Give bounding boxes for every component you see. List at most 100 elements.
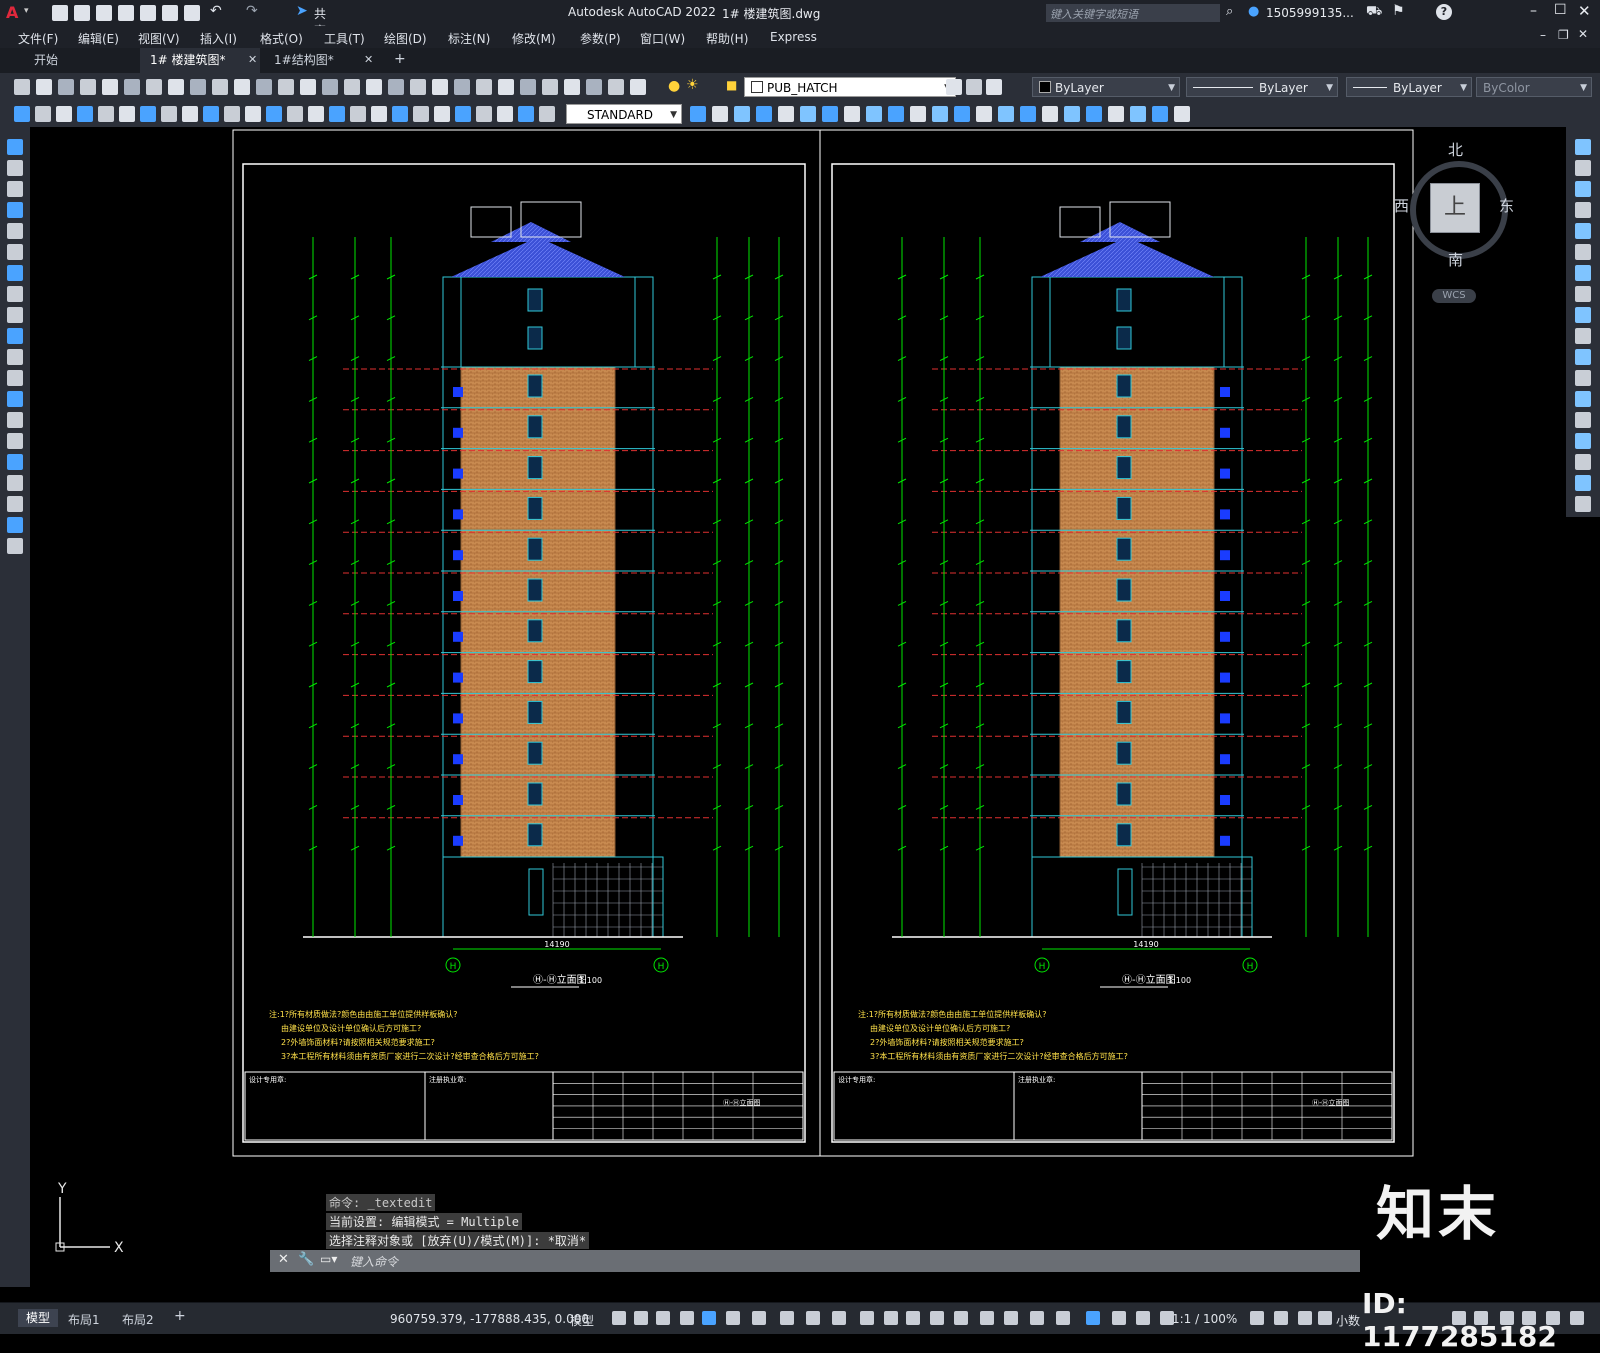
new-file-icon[interactable] bbox=[52, 5, 68, 21]
modify-tool-6-icon[interactable] bbox=[800, 106, 816, 122]
status-toggle-18-icon[interactable] bbox=[1030, 1311, 1044, 1325]
wcs-button[interactable]: WCS bbox=[1432, 289, 1476, 303]
modify-tool-10-icon[interactable] bbox=[888, 106, 904, 122]
modify-tool-5-icon[interactable] bbox=[778, 106, 794, 122]
draw-tool-3-icon[interactable] bbox=[7, 181, 23, 197]
layer-tool-3-icon[interactable] bbox=[986, 79, 1002, 95]
status-toggle-13-icon[interactable] bbox=[906, 1311, 920, 1325]
modify-tool-15-icon[interactable] bbox=[998, 106, 1014, 122]
status-toggle-11-icon[interactable] bbox=[860, 1311, 874, 1325]
standard-tool-20-icon[interactable] bbox=[432, 79, 448, 95]
app-menu-caret-icon[interactable]: ▾ bbox=[24, 6, 29, 16]
menu-file[interactable]: 文件(F) bbox=[18, 30, 58, 47]
dimension-tool-13-icon[interactable] bbox=[266, 106, 282, 122]
menu-parametric[interactable]: 参数(P) bbox=[580, 30, 621, 47]
menu-modify[interactable]: 修改(M) bbox=[512, 30, 556, 47]
standard-tool-1-icon[interactable] bbox=[14, 79, 30, 95]
dimension-tool-5-icon[interactable] bbox=[98, 106, 114, 122]
modify-tool-4-icon[interactable] bbox=[756, 106, 772, 122]
status-toggle-25-icon[interactable] bbox=[1274, 1311, 1288, 1325]
menu-insert[interactable]: 插入(I) bbox=[200, 30, 237, 47]
compass-east[interactable]: 东 bbox=[1499, 195, 1514, 216]
save-icon[interactable] bbox=[96, 5, 112, 21]
standard-tool-7-icon[interactable] bbox=[146, 79, 162, 95]
open-web-icon[interactable] bbox=[140, 5, 156, 21]
modify-side-tool-8-icon[interactable] bbox=[1575, 286, 1591, 302]
modify-tool-18-icon[interactable] bbox=[1064, 106, 1080, 122]
modify-tool-14-icon[interactable] bbox=[976, 106, 992, 122]
lineweight-dropdown[interactable]: ByLayer ▼ bbox=[1346, 77, 1472, 97]
status-toggle-33-icon[interactable] bbox=[1570, 1311, 1584, 1325]
modify-tool-9-icon[interactable] bbox=[866, 106, 882, 122]
status-toggle-15-icon[interactable] bbox=[954, 1311, 968, 1325]
bulb-icon[interactable]: ● bbox=[668, 78, 680, 94]
status-toggle-30-icon[interactable] bbox=[1500, 1311, 1514, 1325]
status-toggle-31-icon[interactable] bbox=[1522, 1311, 1536, 1325]
open-file-icon[interactable] bbox=[74, 5, 90, 21]
modify-tool-21-icon[interactable] bbox=[1130, 106, 1146, 122]
modify-tool-11-icon[interactable] bbox=[910, 106, 926, 122]
status-toggle-4-icon[interactable] bbox=[680, 1311, 694, 1325]
dimension-tool-3-icon[interactable] bbox=[56, 106, 72, 122]
linetype-dropdown[interactable]: ByLayer ▼ bbox=[1186, 77, 1338, 97]
cart-icon[interactable]: ⛟ bbox=[1366, 4, 1382, 21]
plot-icon[interactable] bbox=[184, 5, 200, 21]
dimension-tool-17-icon[interactable] bbox=[350, 106, 366, 122]
user-name[interactable]: 1505999135... bbox=[1266, 6, 1354, 20]
standard-tool-21-icon[interactable] bbox=[454, 79, 470, 95]
layout-tab-layout2[interactable]: 布局2 bbox=[122, 1311, 154, 1328]
modify-side-tool-1-icon[interactable] bbox=[1575, 139, 1591, 155]
draw-tool-9-icon[interactable] bbox=[7, 307, 23, 323]
modify-tool-17-icon[interactable] bbox=[1042, 106, 1058, 122]
modify-side-tool-16-icon[interactable] bbox=[1575, 454, 1591, 470]
doc-restore-icon[interactable]: ❐ bbox=[1558, 28, 1569, 42]
status-toggle-21-icon[interactable] bbox=[1112, 1311, 1126, 1325]
lock-icon[interactable]: ■ bbox=[726, 78, 737, 92]
units-display[interactable]: 小数 bbox=[1336, 1312, 1360, 1329]
draw-tool-10-icon[interactable] bbox=[7, 328, 23, 344]
standard-tool-29-icon[interactable] bbox=[630, 79, 646, 95]
draw-tool-8-icon[interactable] bbox=[7, 286, 23, 302]
status-toggle-16-icon[interactable] bbox=[980, 1311, 994, 1325]
draw-tool-5-icon[interactable] bbox=[7, 223, 23, 239]
save-web-icon[interactable] bbox=[162, 5, 178, 21]
draw-tool-20-icon[interactable] bbox=[7, 538, 23, 554]
compass-west[interactable]: 西 bbox=[1394, 195, 1409, 216]
standard-tool-16-icon[interactable] bbox=[344, 79, 360, 95]
modify-tool-19-icon[interactable] bbox=[1086, 106, 1102, 122]
close-icon[interactable]: ✕ bbox=[1578, 2, 1591, 20]
help-icon[interactable]: ? bbox=[1436, 4, 1452, 20]
dimension-tool-26-icon[interactable] bbox=[539, 106, 555, 122]
standard-tool-8-icon[interactable] bbox=[168, 79, 184, 95]
modify-tool-7-icon[interactable] bbox=[822, 106, 838, 122]
dimension-tool-20-icon[interactable] bbox=[413, 106, 429, 122]
tab-start[interactable]: 开始 bbox=[24, 48, 144, 73]
modify-side-tool-13-icon[interactable] bbox=[1575, 391, 1591, 407]
modify-side-tool-10-icon[interactable] bbox=[1575, 328, 1591, 344]
minimize-icon[interactable]: – bbox=[1530, 3, 1537, 19]
dimension-tool-4-icon[interactable] bbox=[77, 106, 93, 122]
dimension-tool-7-icon[interactable] bbox=[140, 106, 156, 122]
status-toggle-14-icon[interactable] bbox=[930, 1311, 944, 1325]
status-toggle-28-icon[interactable] bbox=[1452, 1311, 1466, 1325]
draw-tool-1-icon[interactable] bbox=[7, 139, 23, 155]
draw-tool-2-icon[interactable] bbox=[7, 160, 23, 176]
status-toggle-10-icon[interactable] bbox=[832, 1311, 846, 1325]
command-customize-icon[interactable]: 🔧 bbox=[298, 1252, 314, 1267]
dimension-tool-6-icon[interactable] bbox=[119, 106, 135, 122]
standard-tool-12-icon[interactable] bbox=[256, 79, 272, 95]
standard-tool-9-icon[interactable] bbox=[190, 79, 206, 95]
search-icon[interactable]: ⌕ bbox=[1226, 4, 1233, 19]
redo-icon[interactable]: ↷ bbox=[246, 3, 258, 19]
annotation-scale[interactable]: 1:1 / 100% bbox=[1172, 1312, 1237, 1326]
compass-north[interactable]: 北 bbox=[1448, 139, 1463, 160]
layer-tool-1-icon[interactable] bbox=[946, 79, 962, 95]
status-toggle-3-icon[interactable] bbox=[656, 1311, 670, 1325]
status-toggle-5-icon[interactable] bbox=[702, 1311, 716, 1325]
modify-side-tool-5-icon[interactable] bbox=[1575, 223, 1591, 239]
modify-tool-16-icon[interactable] bbox=[1020, 106, 1036, 122]
status-toggle-7-icon[interactable] bbox=[752, 1311, 766, 1325]
tab-close-icon[interactable]: ✕ bbox=[248, 53, 257, 66]
standard-tool-10-icon[interactable] bbox=[212, 79, 228, 95]
draw-tool-4-icon[interactable] bbox=[7, 202, 23, 218]
